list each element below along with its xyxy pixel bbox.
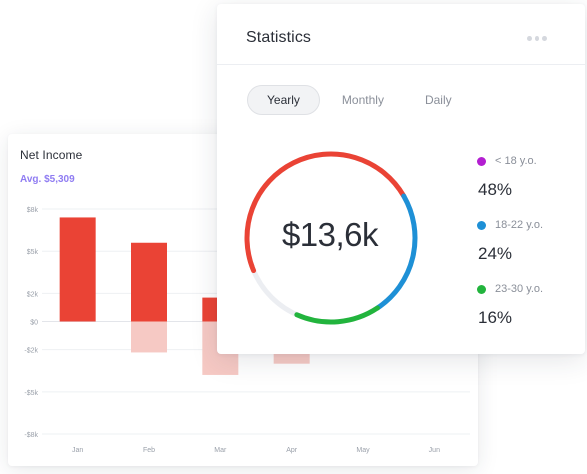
legend-percentage: 24% <box>478 244 513 263</box>
legend-label: 23-30 y.o. <box>495 283 544 295</box>
period-tabs: Yearly Monthly Daily <box>247 85 474 115</box>
bar <box>131 242 167 322</box>
legend-label: < 18 y.o. <box>495 155 537 167</box>
statistics-title: Statistics <box>246 29 312 46</box>
legend-dot-icon <box>477 156 486 166</box>
legend-percentage: 48% <box>478 180 513 199</box>
legend-percentage: 16% <box>478 308 513 327</box>
x-tick-label: Jun <box>429 447 440 454</box>
y-tick-label: $0 <box>30 320 38 327</box>
donut-total-value: $13,6k <box>281 216 379 253</box>
donut-slice <box>294 305 380 325</box>
y-tick-label: -$2k <box>24 348 38 355</box>
more-horizontal-icon[interactable] <box>527 34 548 42</box>
x-tick-label: Mar <box>214 447 227 454</box>
x-tick-label: Jan <box>72 447 83 454</box>
statistics-card: Statistics Yearly Monthly Daily $13,6k <… <box>217 4 585 354</box>
more-dot <box>542 35 548 41</box>
statistics-legend: < 18 y.o. 48% 18-22 y.o. 24% 23-30 y.o. … <box>477 154 543 346</box>
legend-item-23-30: 23-30 y.o. 16% <box>477 282 543 346</box>
y-tick-label: -$5k <box>24 390 38 397</box>
legend-item-under-18: < 18 y.o. 48% <box>477 154 543 218</box>
bar <box>131 321 167 353</box>
legend-dot-icon <box>477 284 486 294</box>
x-tick-label: Feb <box>143 447 155 454</box>
tab-monthly[interactable]: Monthly <box>323 85 403 115</box>
legend-dot-icon <box>477 220 486 230</box>
bar <box>59 217 96 322</box>
tab-daily[interactable]: Daily <box>406 85 471 115</box>
more-dot <box>534 35 540 41</box>
statistics-divider <box>217 64 585 65</box>
tab-yearly[interactable]: Yearly <box>247 85 320 115</box>
y-tick-label: $8k <box>27 207 39 214</box>
x-tick-label: May <box>356 447 370 454</box>
legend-item-18-22: 18-22 y.o. 24% <box>477 218 543 282</box>
x-tick-label: Apr <box>286 447 298 454</box>
y-tick-label: $5k <box>27 249 39 256</box>
y-tick-label: $2k <box>27 291 39 298</box>
legend-label: 18-22 y.o. <box>495 219 544 231</box>
more-dot <box>527 35 532 41</box>
dashboard-stage: Net Income Avg. $5,309 $8k $5k $2k $0 -$2k -$… <box>0 0 587 474</box>
y-tick-label: -$8k <box>24 432 38 439</box>
